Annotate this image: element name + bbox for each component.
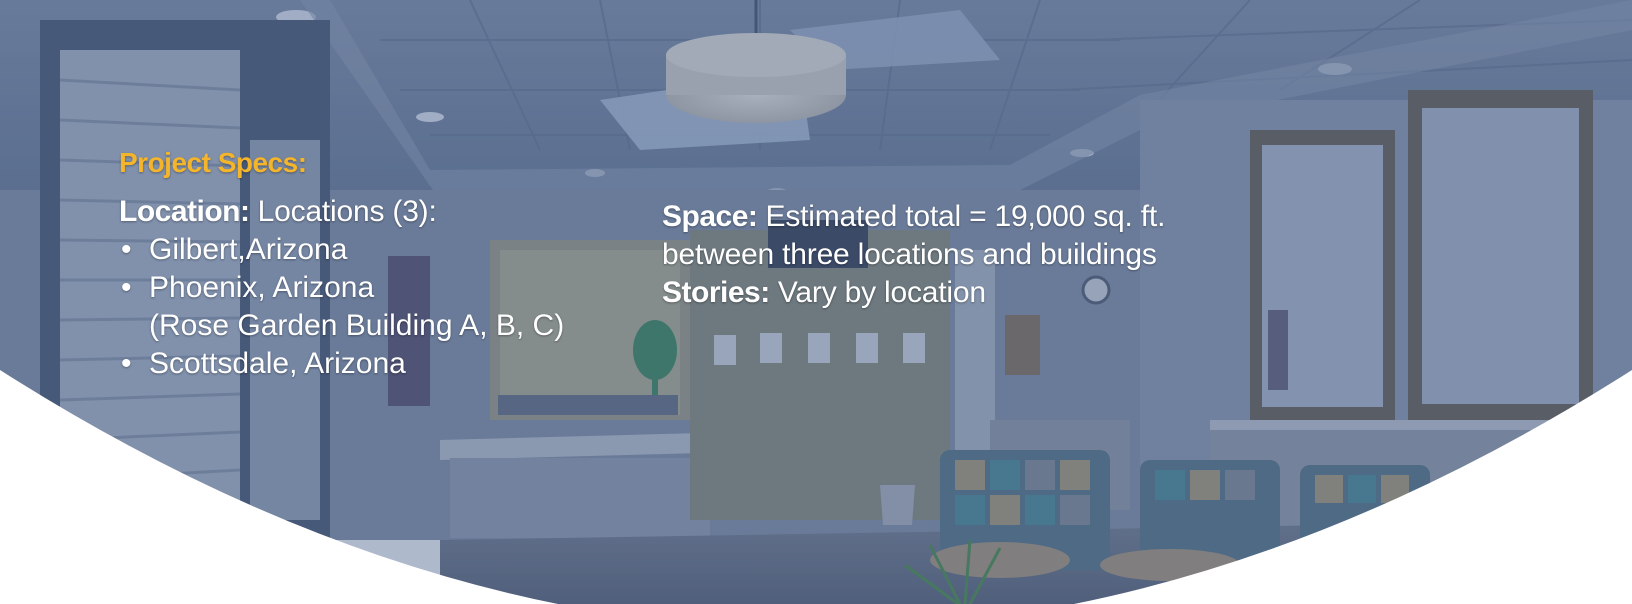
location-name: Gilbert,Arizona: [149, 233, 348, 266]
stories-label: Stories:: [662, 276, 770, 309]
list-item: Phoenix, Arizona (Rose Garden Building A…: [119, 269, 639, 345]
stories-line: Stories: Vary by location: [662, 274, 1262, 312]
list-item: Scottsdale, Arizona: [119, 345, 639, 383]
location-name: Phoenix, Arizona: [149, 271, 375, 304]
project-specs-section: Project Specs: Location: Locations (3): …: [119, 146, 639, 383]
space-label: Space:: [662, 200, 758, 233]
location-detail: (Rose Garden Building A, B, C): [149, 309, 565, 342]
location-label: Location:: [119, 195, 250, 228]
project-specs-heading: Project Specs:: [119, 147, 307, 178]
location-value: Locations (3):: [257, 195, 437, 228]
locations-list: Gilbert,Arizona Phoenix, Arizona (Rose G…: [119, 231, 639, 383]
location-line: Location: Locations (3):: [119, 193, 639, 231]
space-value-line2: between three locations and buildings: [662, 238, 1157, 271]
space-value-line1: Estimated total = 19,000 sq. ft.: [765, 200, 1166, 233]
space-line: Space: Estimated total = 19,000 sq. ft.: [662, 198, 1262, 236]
list-item: Gilbert,Arizona: [119, 231, 639, 269]
space-section: Space: Estimated total = 19,000 sq. ft. …: [662, 198, 1262, 312]
stories-value: Vary by location: [777, 276, 986, 309]
project-specs-banner: Project Specs: Location: Locations (3): …: [0, 0, 1632, 604]
location-name: Scottsdale, Arizona: [149, 347, 406, 380]
